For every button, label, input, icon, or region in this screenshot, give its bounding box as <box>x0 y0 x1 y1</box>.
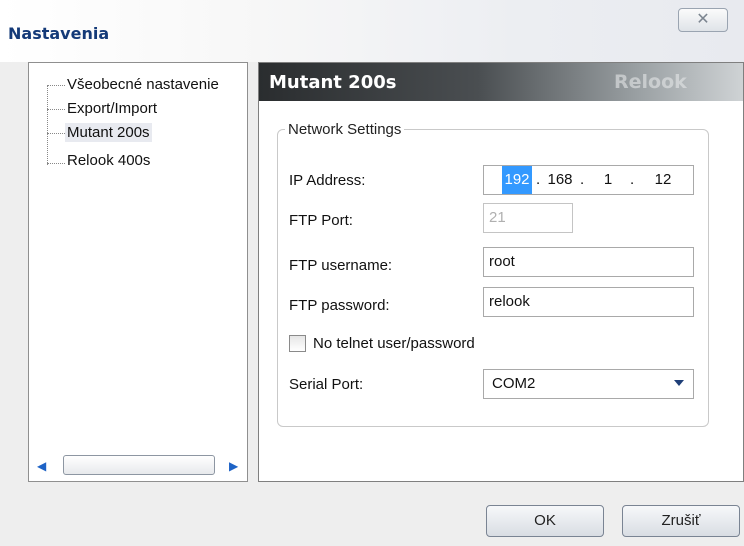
group-title: Network Settings <box>285 121 405 138</box>
serial-port-select[interactable]: COM2 <box>483 369 694 399</box>
title-bar[interactable]: Nastavenia ✕ <box>0 0 744 62</box>
settings-window: Nastavenia ✕ Všeobecné nastavenie Export… <box>0 0 744 546</box>
tree-item-relook-400s[interactable]: Relook 400s <box>67 151 150 170</box>
no-telnet-checkbox[interactable] <box>289 335 306 352</box>
tree-item-mutant-200s[interactable]: Mutant 200s <box>65 123 152 142</box>
settings-panel: Mutant 200s Relook Network Settings IP A… <box>258 62 744 482</box>
settings-tree[interactable]: Všeobecné nastavenie Export/Import Mutan… <box>28 62 248 482</box>
serial-port-label: Serial Port: <box>289 376 364 393</box>
horizontal-scrollbar-thumb[interactable] <box>63 455 215 475</box>
ftp-password-input[interactable]: relook <box>483 287 694 317</box>
panel-title: Mutant 200s <box>269 72 397 93</box>
ip-octet-3[interactable]: 1 <box>596 166 620 194</box>
panel-header: Mutant 200s Relook <box>259 63 743 101</box>
serial-port-value: COM2 <box>492 375 536 392</box>
close-button[interactable]: ✕ <box>678 8 728 32</box>
tree-connector <box>47 85 48 165</box>
ftp-username-label: FTP username: <box>289 257 393 274</box>
ip-address-input[interactable]: 192 . 168 . 1 . 12 <box>483 165 694 195</box>
scroll-right-arrow-icon[interactable]: ▶ <box>229 459 238 473</box>
no-telnet-label[interactable]: No telnet user/password <box>313 335 475 352</box>
ip-octet-1[interactable]: 192 <box>502 166 532 194</box>
ip-dot: . <box>580 171 585 188</box>
ftp-port-input: 21 <box>483 203 573 233</box>
tree-connector <box>47 133 65 134</box>
chevron-down-icon[interactable] <box>674 380 684 386</box>
ok-button[interactable]: OK <box>486 505 604 537</box>
close-icon: ✕ <box>696 11 710 28</box>
ftp-port-label: FTP Port: <box>289 212 353 229</box>
brand-watermark: Relook <box>614 71 687 93</box>
ip-address-label: IP Address: <box>289 172 366 189</box>
ip-dot: . <box>630 171 635 188</box>
tree-item-export-import[interactable]: Export/Import <box>67 99 157 118</box>
tree-connector <box>47 85 65 86</box>
ftp-password-label: FTP password: <box>289 297 390 314</box>
ftp-username-input[interactable]: root <box>483 247 694 277</box>
scroll-left-arrow-icon[interactable]: ◀ <box>37 459 46 473</box>
window-title: Nastavenia <box>8 24 110 43</box>
cancel-button[interactable]: Zrušiť <box>622 505 740 537</box>
tree-item-general[interactable]: Všeobecné nastavenie <box>67 75 219 94</box>
ip-octet-4[interactable]: 12 <box>648 166 678 194</box>
ip-octet-2[interactable]: 168 <box>544 166 576 194</box>
tree-connector <box>47 163 65 164</box>
tree-connector <box>47 109 65 110</box>
ip-dot: . <box>536 171 541 188</box>
